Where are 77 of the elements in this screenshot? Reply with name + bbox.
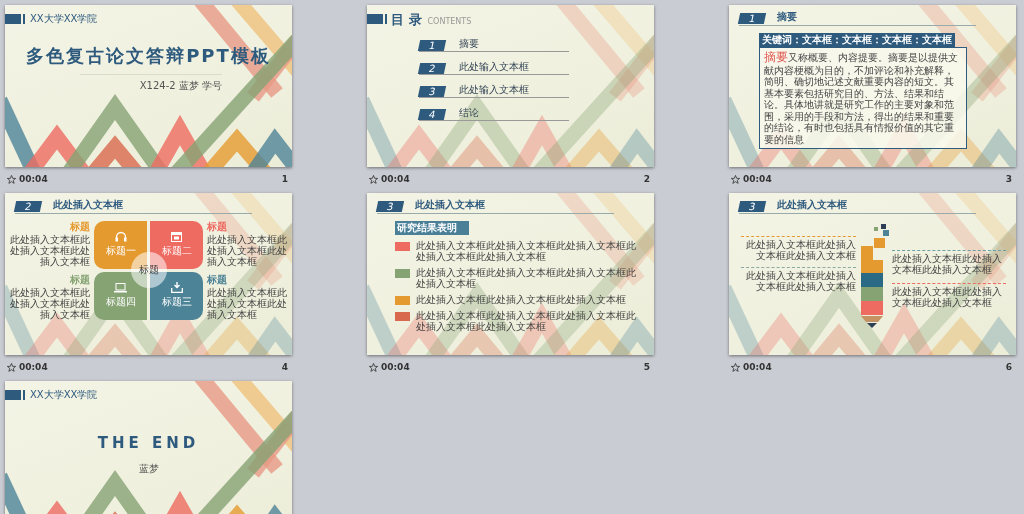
contents-item: 此处输入文本框 xyxy=(459,60,530,74)
slide-thumbnail[interactable]: 2 此处插入文本框 标题 此处插入文本框此处插入文本框此处插入文本框 标题 此处插入文本框此处插入文本框此处插入文本框 标题一 标题二 标题四 标题三 标题 标题 此处插入文本框此处插入文本框此处插入文本框 标题 此处插入文本框此处插入文本框此处插入文本框 xyxy=(5,193,292,355)
laptop-icon xyxy=(114,282,127,293)
slide-number: 3 xyxy=(1005,174,1012,184)
section-number: 3 xyxy=(375,201,405,212)
accent-bar xyxy=(367,14,385,24)
slide-timing: 00:04 xyxy=(381,174,410,184)
abstract-text: 摘要又称概要、内容提要。摘要是以提供文献内容梗概为目的，不加评论和补充解释，简明、确切地记述文献重要内容的短文。其基本要素包括研究目的、方法、结果和结论。具体地讲就是研究工作的主要对象和范围，采用的手段和方法，得出的结果和重要的结论，有时也包括具有情报价值的其它重要的信息 xyxy=(764,51,959,146)
note-title: 标题 xyxy=(70,220,90,234)
item-number: 2 xyxy=(417,63,447,74)
note-text: 此处插入文本框此处插入文本框此处插入文本框 xyxy=(744,270,856,292)
accent-bar xyxy=(5,14,23,24)
slide-thumbnail[interactable]: 3 此处插入文本框 研究结果表明 此处插入文本框此处插入文本框此处插入文本框此处插入文本框此处插入文本框 此处插入文本框此处插入文本框此处插入文本框此处插入文本框 此处插入文本框此处插入文本框此处插入文本框 此处插入文本框此处插入文本框此处插入文本框此处插入文本框此处插入文本框 xyxy=(367,193,654,355)
list-text: 此处插入文本框此处插入文本框此处插入文本框此处插入文本框此处插入文本框 xyxy=(416,310,637,332)
note-text: 此处插入文本框此处插入文本框此处插入文本框 xyxy=(744,239,856,261)
section-number: 3 xyxy=(737,201,767,212)
slide-thumbnail[interactable]: XX大学XX学院 THE END 蓝梦 xyxy=(5,381,292,514)
contents-heading: 目 录 xyxy=(391,11,422,29)
tile-label: 标题三 xyxy=(161,295,192,309)
slide-number: 5 xyxy=(643,362,650,372)
slide-timing: 00:04 xyxy=(381,362,410,372)
slide-thumbnail[interactable]: 3 此处插入文本框 此处插入文本框此处插入文本框此处插入文本框 此处插入文本框此处插入文本框此处插入文本框 此处插入文本框此处插入文本框此处插入文本框 此处插入文本框此处插入文本框此处插入文本框 xyxy=(729,193,1016,355)
note-text: 此处插入文本框此处插入文本框此处插入文本框 xyxy=(10,234,90,267)
note-title: 标题 xyxy=(207,273,227,287)
note-text: 此处插入文本框此处插入文本框此处插入文本框 xyxy=(207,287,287,320)
transition-star-icon[interactable] xyxy=(369,362,378,372)
transition-star-icon[interactable] xyxy=(731,174,740,184)
slide-number: 2 xyxy=(643,174,650,184)
slide-title: THE END xyxy=(97,434,200,452)
tile-label: 标题四 xyxy=(105,294,136,309)
transition-star-icon[interactable] xyxy=(7,362,16,372)
list-text: 此处插入文本框此处插入文本框此处插入文本框此处插入文本框此处插入文本框 xyxy=(416,240,637,262)
item-number: 3 xyxy=(417,86,447,97)
slide-number: 1 xyxy=(281,174,288,184)
slide-timing: 00:04 xyxy=(19,362,48,372)
section-title: 此处插入文本框 xyxy=(777,198,848,212)
transition-star-icon[interactable] xyxy=(369,174,378,184)
note-text: 此处插入文本框此处插入文本框此处插入文本框 xyxy=(891,286,1003,308)
section-number: 2 xyxy=(13,201,43,212)
headphones-icon xyxy=(114,231,127,242)
section-title: 此处插入文本框 xyxy=(415,198,486,212)
accent-bar xyxy=(5,390,23,400)
section-title: 此处插入文本框 xyxy=(53,198,124,212)
contents-item: 摘要 xyxy=(459,37,480,51)
note-text: 此处插入文本框此处插入文本框此处插入文本框 xyxy=(891,253,1003,275)
slide-timing: 00:04 xyxy=(19,174,48,184)
note-text: 此处插入文本框此处插入文本框此处插入文本框 xyxy=(10,287,90,320)
list-text: 此处插入文本框此处插入文本框此处插入文本框 xyxy=(416,294,626,305)
slide-thumbnail[interactable]: 1 摘要 关键词：文本框：文本框：文本框：文本框 摘要又称概要、内容提要。摘要是以提供文献内容梗概为目的，不加评论和补充解释，简明、确切地记述文献重要内容的短文。其基本要素包括研究目的、方法、结果和结论。具体地讲就是研究工作的主要对象和范围，采用的手段和方法，得出的结果和重要的结论，有时也包括具有情报价值的其它重要的信息 xyxy=(729,5,1016,167)
contents-subheading: CONTENTS xyxy=(427,17,472,26)
slide-thumbnail[interactable]: 目 录 CONTENTS 1 摘要 2 此处输入文本框 3 此处输入文本框 4 结论 xyxy=(367,5,654,167)
result-tag: 研究结果表明 xyxy=(395,221,469,235)
keywords-tag: 关键词：文本框：文本框：文本框：文本框 xyxy=(759,33,955,47)
section-title: 摘要 xyxy=(777,10,798,24)
note-text: 此处插入文本框此处插入文本框此处插入文本框 xyxy=(207,234,287,267)
slide-title: 多色复古论文答辩PPT模板 xyxy=(26,44,271,68)
author-line: 蓝梦 xyxy=(138,462,159,476)
list-text: 此处插入文本框此处插入文本框此处插入文本框此处插入文本框 xyxy=(416,267,637,289)
author-line: X124-2 蓝梦 学号 xyxy=(79,74,222,93)
slide-number: 6 xyxy=(1005,362,1012,372)
school-name: XX大学XX学院 xyxy=(29,12,98,26)
section-number: 1 xyxy=(737,13,767,24)
note-title: 标题 xyxy=(70,273,90,287)
transition-star-icon[interactable] xyxy=(7,174,16,184)
slide-timing: 00:04 xyxy=(743,174,772,184)
slide-number: 4 xyxy=(281,362,288,372)
item-number: 1 xyxy=(417,40,447,51)
school-name: XX大学XX学院 xyxy=(29,388,98,402)
note-title: 标题 xyxy=(207,220,227,234)
item-number: 4 xyxy=(417,109,447,120)
contents-item: 此处输入文本框 xyxy=(459,83,530,97)
transition-star-icon[interactable] xyxy=(731,362,740,372)
download-icon xyxy=(170,282,183,293)
slide-timing: 00:04 xyxy=(743,362,772,372)
contents-item: 结论 xyxy=(459,106,480,120)
calendar-icon xyxy=(171,231,182,242)
slide-thumbnail[interactable]: XX大学XX学院 多色复古论文答辩PPT模板 X124-2 蓝梦 学号 xyxy=(5,5,292,167)
